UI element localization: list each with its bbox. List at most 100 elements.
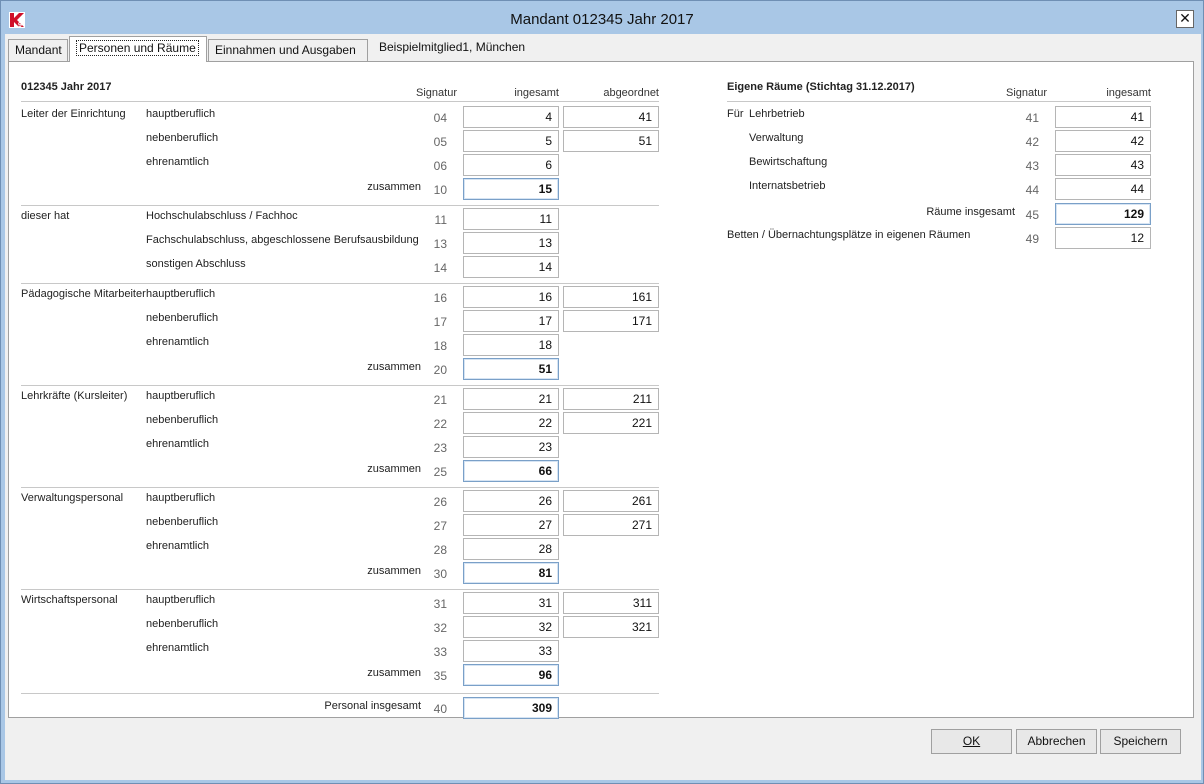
- tab-personen-label: Personen und Räume: [76, 40, 199, 56]
- signatur-value: 05: [433, 135, 447, 149]
- ok-button-label: OK: [962, 734, 981, 748]
- ingesamt-field[interactable]: 22: [463, 412, 559, 434]
- ingesamt-field[interactable]: 17: [463, 310, 559, 332]
- ok-button[interactable]: OK: [931, 729, 1012, 754]
- signatur-value: 04: [433, 111, 447, 125]
- abgeordnet-field[interactable]: 41: [563, 106, 659, 128]
- room-label: Verwaltung: [749, 132, 804, 144]
- betten-label: Betten / Übernachtungsplätze in eigenen …: [727, 229, 971, 241]
- abgeordnet-field[interactable]: 311: [563, 592, 659, 614]
- ingesamt-field[interactable]: 33: [463, 640, 559, 662]
- ingesamt-field[interactable]: 13: [463, 232, 559, 254]
- abgeordnet-field[interactable]: 261: [563, 490, 659, 512]
- tab-einnahmen-label: Einnahmen und Ausgaben: [215, 43, 356, 57]
- signatur-value: 22: [433, 417, 447, 431]
- betten-field[interactable]: 12: [1055, 227, 1151, 249]
- row-label: nebenberuflich: [146, 132, 219, 144]
- signatur-value: 16: [433, 291, 447, 305]
- row-label: nebenberuflich: [146, 516, 219, 528]
- row-label: nebenberuflich: [146, 618, 219, 630]
- row-label: Hochschulabschluss / Fachhoc: [146, 210, 298, 222]
- ingesamt-field[interactable]: 32: [463, 616, 559, 638]
- sum-field[interactable]: 15: [463, 178, 559, 200]
- ingesamt-field[interactable]: 14: [463, 256, 559, 278]
- ingesamt-field[interactable]: 16: [463, 286, 559, 308]
- group-separator: [21, 487, 659, 488]
- raeume-total-label: Räume insgesamt: [926, 206, 1015, 218]
- personal-insgesamt-field[interactable]: 309: [463, 697, 559, 719]
- ingesamt-field[interactable]: 27: [463, 514, 559, 536]
- signatur-value: 13: [433, 237, 447, 251]
- abgeordnet-field[interactable]: 51: [563, 130, 659, 152]
- row-label: Fachschulabschluss, abgeschlossene Beruf…: [146, 234, 419, 246]
- row-label: hauptberuflich: [146, 288, 216, 300]
- signatur-value: 14: [433, 261, 447, 275]
- ingesamt-field[interactable]: 23: [463, 436, 559, 458]
- row-label: hauptberuflich: [146, 390, 216, 402]
- save-button[interactable]: Speichern: [1100, 729, 1181, 754]
- abgeordnet-field[interactable]: 211: [563, 388, 659, 410]
- row-label: ehrenamtlich: [146, 438, 209, 450]
- row-label: hauptberuflich: [146, 594, 216, 606]
- right-col-header-signatur: Signatur: [1006, 87, 1047, 99]
- raeume-insgesamt-field[interactable]: 129: [1055, 203, 1151, 225]
- signatur-value: 30: [433, 567, 447, 581]
- sum-field[interactable]: 51: [463, 358, 559, 380]
- fuer-label: Für: [727, 108, 744, 120]
- ingesamt-field[interactable]: 18: [463, 334, 559, 356]
- col-header-ingesamt: ingesamt: [514, 87, 559, 99]
- tab-mandant[interactable]: Mandant: [8, 39, 68, 61]
- ingesamt-field[interactable]: 11: [463, 208, 559, 230]
- left-heading: 012345 Jahr 2017: [21, 81, 112, 93]
- sum-label: zusammen: [367, 181, 421, 193]
- ingesamt-field[interactable]: 28: [463, 538, 559, 560]
- signatur-value: 28: [433, 543, 447, 557]
- betten-signatur: 49: [1025, 232, 1039, 246]
- ingesamt-field[interactable]: 4: [463, 106, 559, 128]
- row-label: nebenberuflich: [146, 414, 219, 426]
- row-label: hauptberuflich: [146, 492, 216, 504]
- sum-field[interactable]: 81: [463, 562, 559, 584]
- close-button[interactable]: ✕: [1176, 10, 1194, 28]
- group-separator: [21, 205, 659, 206]
- room-field[interactable]: 44: [1055, 178, 1151, 200]
- sum-label: zusammen: [367, 667, 421, 679]
- col-header-abgeordnet: abgeordnet: [603, 87, 659, 99]
- ingesamt-field[interactable]: 5: [463, 130, 559, 152]
- signatur-value: 06: [433, 159, 447, 173]
- signatur-value: 31: [433, 597, 447, 611]
- room-field[interactable]: 43: [1055, 154, 1151, 176]
- group-label: Wirtschaftspersonal: [21, 594, 118, 606]
- tab-einnahmen-und-ausgaben[interactable]: Einnahmen und Ausgaben: [208, 39, 368, 61]
- dialog-window: 9 Mandant 012345 Jahr 2017 ✕ Mandant Per…: [0, 0, 1204, 784]
- room-signatur: 42: [1025, 135, 1039, 149]
- abgeordnet-field[interactable]: 221: [563, 412, 659, 434]
- signatur-value: 27: [433, 519, 447, 533]
- cancel-button[interactable]: Abbrechen: [1016, 729, 1097, 754]
- row-label: hauptberuflich: [146, 108, 216, 120]
- abgeordnet-field[interactable]: 161: [563, 286, 659, 308]
- room-field[interactable]: 41: [1055, 106, 1151, 128]
- tab-personen-und-raeume[interactable]: Personen und Räume: [69, 36, 207, 62]
- ingesamt-field[interactable]: 6: [463, 154, 559, 176]
- sum-field[interactable]: 66: [463, 460, 559, 482]
- group-label: Pädagogische Mitarbeiter: [21, 288, 146, 300]
- group-separator: [21, 385, 659, 386]
- sum-label: zusammen: [367, 463, 421, 475]
- row-label: ehrenamtlich: [146, 156, 209, 168]
- room-field[interactable]: 42: [1055, 130, 1151, 152]
- sum-label: zusammen: [367, 361, 421, 373]
- signatur-value: 32: [433, 621, 447, 635]
- ingesamt-field[interactable]: 31: [463, 592, 559, 614]
- ingesamt-field[interactable]: 21: [463, 388, 559, 410]
- abgeordnet-field[interactable]: 171: [563, 310, 659, 332]
- sum-field[interactable]: 96: [463, 664, 559, 686]
- sum-label: zusammen: [367, 565, 421, 577]
- signatur-value: 11: [434, 213, 447, 227]
- ingesamt-field[interactable]: 26: [463, 490, 559, 512]
- abgeordnet-field[interactable]: 271: [563, 514, 659, 536]
- group-separator: [21, 589, 659, 590]
- title-bar: 9 Mandant 012345 Jahr 2017 ✕: [1, 1, 1203, 34]
- signatur-value: 25: [433, 465, 447, 479]
- abgeordnet-field[interactable]: 321: [563, 616, 659, 638]
